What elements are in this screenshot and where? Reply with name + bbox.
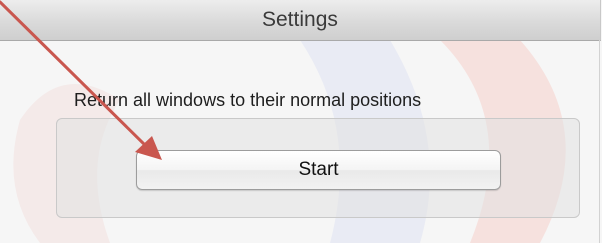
description-text: Return all windows to their normal posit…	[74, 90, 422, 110]
title-bar: Settings	[0, 0, 601, 41]
settings-window: Settings Return all windows to their nor…	[0, 0, 602, 243]
window-title: Settings	[0, 0, 600, 40]
window-title-label: Settings	[262, 8, 338, 31]
start-button[interactable]: Start	[136, 150, 501, 190]
